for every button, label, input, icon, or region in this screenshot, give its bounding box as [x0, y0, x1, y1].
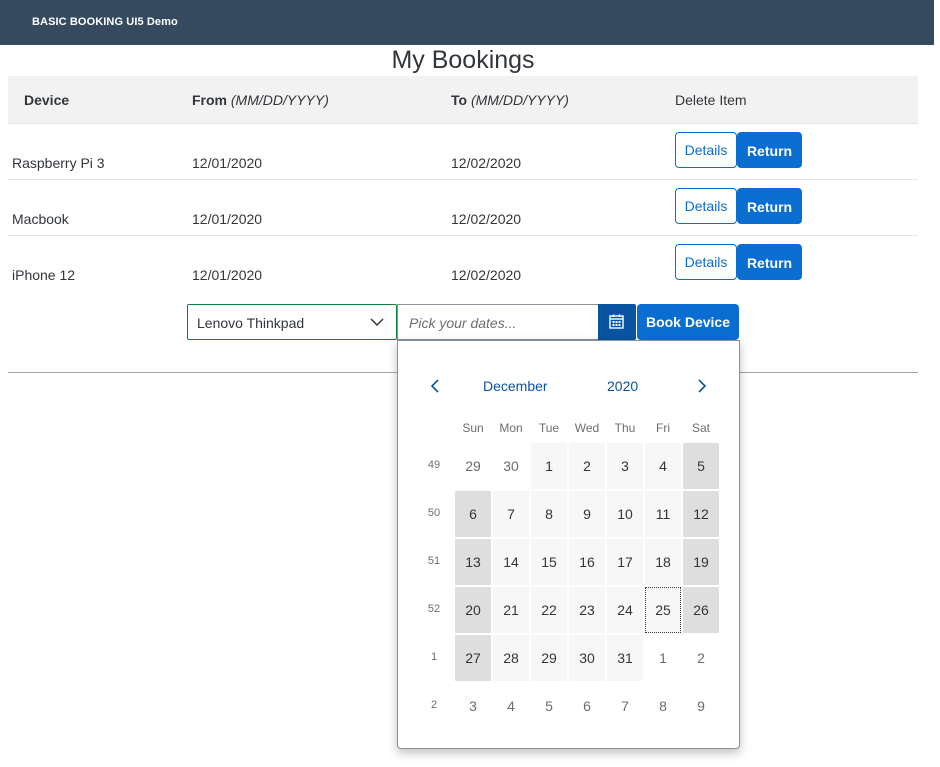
page-title: My Bookings [391, 46, 535, 74]
calendar-day[interactable]: 9 [683, 683, 719, 729]
weekday-label: Tue [538, 421, 560, 435]
to-cell: 12/02/2020 [451, 211, 522, 227]
week-number: 52 [427, 603, 441, 615]
column-header-device: Device [24, 92, 70, 108]
calendar-day[interactable]: 4 [645, 443, 681, 489]
bookings-table: Device From (MM/DD/YYYY) To (MM/DD/YYYY)… [8, 76, 918, 292]
shell-bar: BASIC BOOKING UI5 Demo [0, 0, 934, 45]
calendar-year-button[interactable]: 2020 [607, 378, 638, 394]
return-button[interactable]: Return [737, 188, 802, 224]
device-cell: iPhone 12 [12, 267, 76, 283]
calendar-day[interactable]: 30 [493, 443, 529, 489]
calendar-day[interactable]: 3 [607, 443, 643, 489]
calendar-popover: December 2020 Sun Mon Tue Wed Thu Fri Sat 49 50 5… [397, 340, 740, 749]
calendar-day[interactable]: 22 [531, 587, 567, 633]
calendar-day[interactable]: 1 [531, 443, 567, 489]
calendar-day[interactable]: 17 [607, 539, 643, 585]
details-button[interactable]: Details [675, 132, 737, 168]
weekday-label: Sun [462, 421, 484, 435]
calendar-day[interactable]: 9 [569, 491, 605, 537]
calendar-day[interactable]: 7 [607, 683, 643, 729]
device-cell: Macbook [12, 211, 69, 227]
book-device-button[interactable]: Book Device [637, 304, 739, 340]
week-number: 49 [427, 459, 441, 471]
calendar-icon [609, 314, 624, 329]
calendar-day[interactable]: 26 [683, 587, 719, 633]
calendar-day[interactable]: 1 [645, 635, 681, 681]
column-header-delete: Delete Item [675, 92, 747, 108]
to-cell: 12/02/2020 [451, 267, 522, 283]
weekday-label: Mon [499, 421, 523, 435]
to-cell: 12/02/2020 [451, 155, 522, 171]
details-button[interactable]: Details [675, 244, 737, 280]
calendar-day[interactable]: 8 [531, 491, 567, 537]
calendar-day[interactable]: 13 [455, 539, 491, 585]
calendar-day[interactable]: 19 [683, 539, 719, 585]
return-button[interactable]: Return [737, 244, 802, 280]
calendar-day[interactable]: 16 [569, 539, 605, 585]
from-cell: 12/01/2020 [192, 155, 263, 171]
calendar-day[interactable]: 2 [569, 443, 605, 489]
weekday-label: Wed [574, 421, 600, 435]
from-cell: 12/01/2020 [192, 211, 263, 227]
table-row: Macbook 12/01/2020 12/02/2020 Details Re… [8, 180, 918, 236]
week-number: 2 [430, 699, 438, 711]
calendar-day[interactable]: 6 [455, 491, 491, 537]
chevron-right-icon[interactable] [693, 378, 709, 394]
calendar-day[interactable]: 29 [455, 443, 491, 489]
calendar-day[interactable]: 18 [645, 539, 681, 585]
return-button[interactable]: Return [737, 132, 802, 168]
calendar-day[interactable]: 5 [531, 683, 567, 729]
device-cell: Raspberry Pi 3 [12, 155, 105, 171]
column-header-from: From (MM/DD/YYYY) [192, 92, 329, 108]
chevron-down-icon [370, 318, 384, 327]
week-number: 50 [427, 507, 441, 519]
calendar-day[interactable]: 14 [493, 539, 529, 585]
calendar-day[interactable]: 7 [493, 491, 529, 537]
date-input-placeholder: Pick your dates... [409, 315, 517, 331]
calendar-day[interactable]: 25 [645, 587, 681, 633]
table-row: iPhone 12 12/01/2020 12/02/2020 Details … [8, 236, 918, 292]
calendar-day[interactable]: 4 [493, 683, 529, 729]
calendar-day[interactable]: 11 [645, 491, 681, 537]
calendar-day[interactable]: 12 [683, 491, 719, 537]
column-header-to: To (MM/DD/YYYY) [451, 92, 569, 108]
date-picker-button[interactable] [598, 304, 636, 340]
weekday-label: Sat [691, 421, 710, 435]
from-cell: 12/01/2020 [192, 267, 263, 283]
calendar-month-button[interactable]: December [483, 378, 548, 394]
weekday-label: Thu [614, 421, 636, 435]
details-button[interactable]: Details [675, 188, 737, 224]
calendar-day[interactable]: 3 [455, 683, 491, 729]
calendar-day[interactable]: 29 [531, 635, 567, 681]
table-row: Raspberry Pi 3 12/01/2020 12/02/2020 Det… [8, 124, 918, 180]
calendar-day[interactable]: 8 [645, 683, 681, 729]
calendar-day[interactable]: 30 [569, 635, 605, 681]
week-number: 51 [427, 555, 441, 567]
device-select-value: Lenovo Thinkpad [197, 315, 305, 331]
device-select[interactable]: Lenovo Thinkpad [187, 304, 397, 340]
calendar-day[interactable]: 20 [455, 587, 491, 633]
calendar-day[interactable]: 21 [493, 587, 529, 633]
calendar-day[interactable]: 10 [607, 491, 643, 537]
calendar-day[interactable]: 15 [531, 539, 567, 585]
calendar-day[interactable]: 2 [683, 635, 719, 681]
date-range-input[interactable]: Pick your dates... [397, 304, 598, 340]
calendar-day[interactable]: 24 [607, 587, 643, 633]
calendar-day[interactable]: 6 [569, 683, 605, 729]
calendar-day[interactable]: 5 [683, 443, 719, 489]
calendar-day[interactable]: 23 [569, 587, 605, 633]
app-title: BASIC BOOKING UI5 Demo [32, 16, 178, 28]
chevron-left-icon[interactable] [428, 378, 444, 394]
calendar-day[interactable]: 28 [493, 635, 529, 681]
table-header: Device From (MM/DD/YYYY) To (MM/DD/YYYY)… [8, 76, 918, 124]
calendar-day[interactable]: 27 [455, 635, 491, 681]
weekday-label: Fri [656, 421, 670, 435]
week-number: 1 [430, 651, 438, 663]
calendar-day[interactable]: 31 [607, 635, 643, 681]
